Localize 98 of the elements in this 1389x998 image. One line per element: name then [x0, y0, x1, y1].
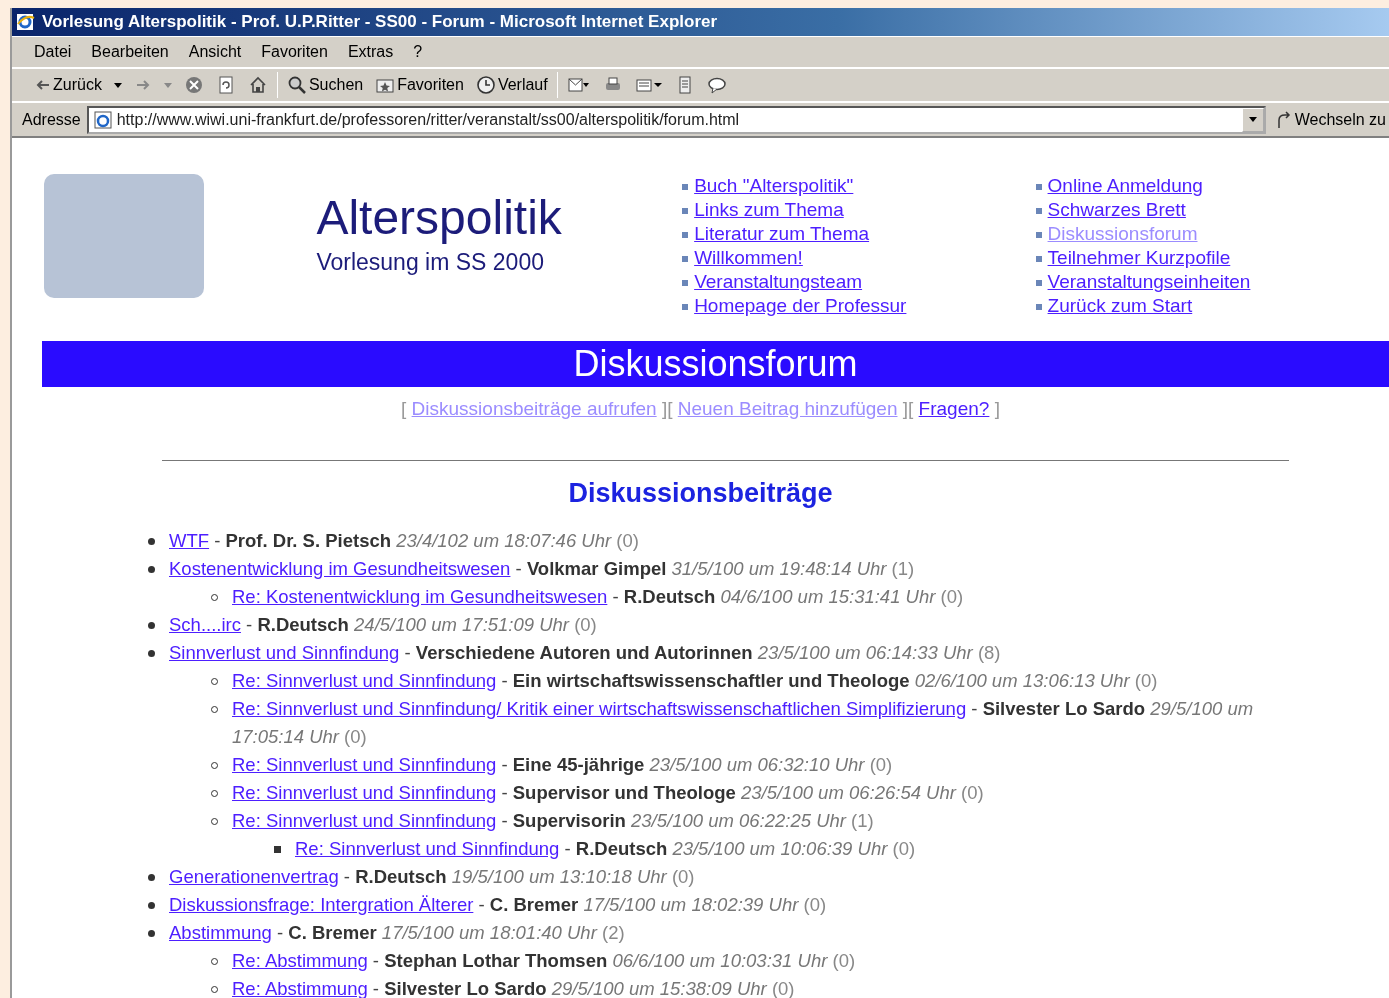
menu-item[interactable]: Datei	[26, 38, 80, 66]
menu-item[interactable]: ?	[405, 38, 431, 66]
favorites-button[interactable]: Favoriten	[372, 71, 467, 99]
bullet-icon	[682, 232, 689, 238]
bullet-icon	[1035, 232, 1042, 238]
caret-icon	[113, 82, 122, 88]
bullet-icon	[682, 256, 689, 262]
bullet-icon	[274, 846, 281, 853]
bullet-icon	[148, 930, 155, 937]
search-icon	[286, 75, 307, 95]
bracket-text: ][	[661, 398, 673, 419]
back-button[interactable]: Zurück	[30, 71, 105, 99]
nav-link[interactable]: Willkommen!	[694, 247, 803, 268]
menu-item[interactable]: Extras	[339, 38, 402, 66]
bullet-icon	[682, 304, 689, 310]
post-link[interactable]: Diskussionsfrage: Intergration Älterer	[169, 894, 474, 915]
nav-link[interactable]: Veranstaltungseinheiten	[1047, 271, 1251, 292]
bullet-icon	[682, 280, 689, 286]
nav-link[interactable]: Links zum Thema	[694, 199, 844, 220]
nav-link[interactable]: Schwarzes Brett	[1047, 199, 1186, 220]
caret-icon	[163, 82, 172, 88]
search-button[interactable]: Suchen	[283, 71, 367, 99]
clock-icon	[475, 75, 496, 95]
nav-link[interactable]: Teilnehmer Kurzpofile	[1047, 247, 1231, 268]
post-entry: Generationenvertrag - R.Deutsch 19/5/100 um 13:10:18 Uhr (0)	[169, 865, 696, 889]
go-button[interactable]: Wechseln zu	[1271, 105, 1389, 134]
post-link[interactable]: Re: Sinnverlust und Sinnfindung	[295, 838, 560, 859]
post-link[interactable]: Generationenvertrag	[169, 866, 339, 887]
bullet-icon	[1035, 304, 1042, 310]
post-entry: WTF - Prof. Dr. S. Pietsch 23/4/102 um 18:07:46 Uhr (0)	[169, 529, 640, 553]
post-entry: Re: Abstimmung - Silvester Lo Sardo 29/5/100 um 15:38:09 Uhr (0)	[232, 977, 796, 998]
stop-icon	[183, 75, 204, 95]
post-link[interactable]: Kostenentwicklung im Gesundheitswesen	[169, 558, 511, 579]
post-link[interactable]: Abstimmung	[169, 922, 272, 943]
bracket-text: ]	[994, 398, 1000, 419]
page-icon	[92, 109, 113, 130]
post-link[interactable]: Re: Abstimmung	[232, 978, 368, 998]
post-entry: Kostenentwicklung im Gesundheitswesen - Volkmar Gimpel 31/5/100 um 19:48:14 Uhr (1)	[169, 557, 916, 581]
post-link[interactable]: WTF	[169, 530, 210, 551]
bullet-icon	[1035, 280, 1042, 286]
post-entry: Sinnverlust und Sinnfindung - Verschiedene Autoren und Autorinnen 23/5/100 um 06:14:33 Uhr (8)	[169, 641, 1002, 665]
post-entry: Re: Sinnverlust und Sinnfindung - Eine 45-jährige 23/5/100 um 06:32:10 Uhr (0)	[232, 753, 894, 777]
bullet-icon	[682, 208, 689, 214]
mail-icon	[566, 75, 591, 95]
bullet-icon	[148, 566, 155, 573]
menu-item[interactable]: Favoriten	[253, 38, 336, 66]
nav-link[interactable]: Zurück zum Start	[1047, 295, 1193, 316]
post-link[interactable]: Sch....irc	[169, 614, 241, 635]
post-entry: Re: Kostenentwicklung im Gesundheitswesen - R.Deutsch 04/6/100 um 15:31:41 Uhr (0)	[232, 585, 965, 609]
menu-item[interactable]: Bearbeiten	[83, 38, 177, 66]
bullet-icon	[148, 538, 155, 545]
bracket-text: [	[401, 398, 407, 419]
window-title: Vorlesung Alterspolitik - Prof. U.P.Ritter - SS00 - Forum - Microsoft Internet Explorer	[42, 11, 718, 34]
post-entry: Re: Sinnverlust und Sinnfindung - Supervisor und Theologe 23/5/100 um 06:26:54 Uhr (0)	[232, 781, 985, 805]
dropdown-button[interactable]	[1241, 107, 1264, 132]
site-subtitle: Vorlesung im SS 2000	[316, 247, 545, 277]
address-field[interactable]: http://www.wiwi.uni-frankfurt.de/professoren/ritter/veranstalt/ss00/alterspolitik/forum.html	[86, 105, 1266, 134]
nav-link[interactable]: Online Anmeldung	[1047, 175, 1203, 196]
bracket-text: ][	[902, 398, 914, 419]
bullet-icon	[682, 184, 689, 190]
post-entry: Abstimmung - C. Bremer 17/5/100 um 18:01:40 Uhr (2)	[169, 921, 626, 945]
bullet-icon	[148, 622, 155, 629]
speech-bubble-icon	[706, 75, 727, 95]
post-link[interactable]: Re: Kostenentwicklung im Gesundheitswesen	[232, 586, 608, 607]
nav-link[interactable]: Homepage der Professur	[694, 295, 907, 316]
section-heading: Diskussionsbeiträge	[567, 476, 834, 510]
bullet-icon	[148, 650, 155, 657]
post-link[interactable]: Re: Abstimmung	[232, 950, 368, 971]
bullet-icon	[1035, 184, 1042, 190]
nav-link[interactable]: Veranstaltungsteam	[694, 271, 863, 292]
caret-icon	[1248, 117, 1257, 122]
browser-icon	[16, 12, 36, 32]
post-entry: Sch....irc - R.Deutsch 24/5/100 um 17:51:09 Uhr (0)	[169, 613, 598, 637]
address-label: Adresse	[22, 109, 81, 130]
post-link[interactable]: Re: Sinnverlust und Sinnfindung	[232, 670, 497, 691]
post-entry: Re: Sinnverlust und Sinnfindung/ Kritik einer wirtschaftswissenschaftlichen Simplifizierung - Silvester Lo Sardo 29/5/100 um 17:05:14 Uhr (0)	[232, 697, 1255, 749]
menu-item[interactable]: Ansicht	[180, 38, 250, 66]
address-text: http://www.wiwi.uni-frankfurt.de/professoren/ritter/veranstalt/ss00/alterspolitik/forum.html	[116, 109, 741, 130]
bullet-icon	[1035, 256, 1042, 262]
post-entry: Re: Sinnverlust und Sinnfindung - Ein wirtschaftswissenschaftler und Theologe 02/6/100 um 13:06:13 Uhr (0)	[232, 669, 1159, 693]
history-button[interactable]: Verlauf	[472, 71, 551, 99]
post-link[interactable]: Re: Sinnverlust und Sinnfindung	[232, 810, 497, 831]
post-link[interactable]: Sinnverlust und Sinnfindung	[169, 642, 400, 663]
forum-nav-link[interactable]: Fragen?	[918, 398, 990, 419]
post-entry: Re: Sinnverlust und Sinnfindung - R.Deutsch 23/5/100 um 10:06:39 Uhr (0)	[295, 837, 917, 861]
bullet-icon	[148, 874, 155, 881]
post-link[interactable]: Re: Sinnverlust und Sinnfindung	[232, 782, 497, 803]
nav-link[interactable]: Buch "Alterspolitik"	[694, 175, 854, 196]
post-entry: Re: Sinnverlust und Sinnfindung - Supervisorin 23/5/100 um 06:22:25 Uhr (1)	[232, 809, 875, 833]
nav-link[interactable]: Literatur zum Thema	[694, 223, 870, 244]
post-link[interactable]: Re: Sinnverlust und Sinnfindung/ Kritik einer wirtschaftswissenschaftlichen Simplifizierung	[232, 698, 967, 719]
post-link[interactable]: Re: Sinnverlust und Sinnfindung	[232, 754, 497, 775]
site-title: Alterspolitik	[316, 192, 563, 245]
bullet-icon	[1035, 208, 1042, 214]
page-banner: Diskussionsforum	[42, 341, 1389, 387]
post-entry: Diskussionsfrage: Intergration Älterer - C. Bremer 17/5/100 um 18:02:39 Uhr (0)	[169, 893, 828, 917]
post-entry: Re: Abstimmung - Stephan Lothar Thomsen 06/6/100 um 10:03:31 Uhr (0)	[232, 949, 857, 973]
bullet-icon	[148, 902, 155, 909]
